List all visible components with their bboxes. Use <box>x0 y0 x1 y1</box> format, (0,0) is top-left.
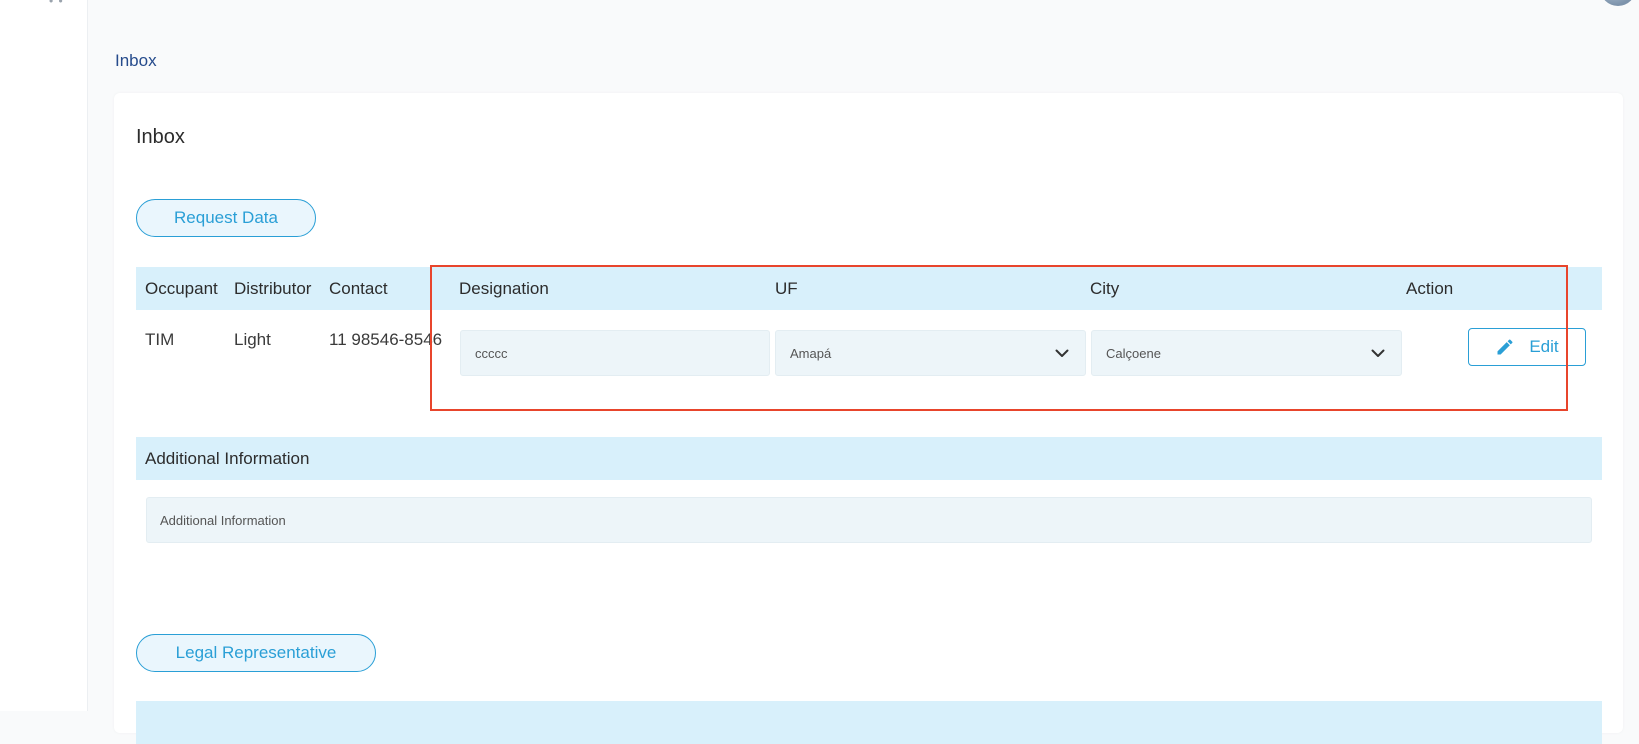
column-header-distributor: Distributor <box>234 279 312 298</box>
additional-information-placeholder: Additional Information <box>160 512 286 528</box>
city-value: Calçoene <box>1106 345 1161 361</box>
occupant-cell: TIM <box>145 330 175 349</box>
table-row: TIM Light 11 98546-8546 ccccc Amapá Calç… <box>136 310 1602 392</box>
request-data-button[interactable]: Request Data <box>136 199 316 237</box>
additional-information-title: Additional Information <box>145 449 310 468</box>
inbox-card: Inbox Request Data Occupant Distributor … <box>114 93 1623 744</box>
breadcrumb[interactable]: Inbox <box>115 51 157 71</box>
page-title: Inbox <box>136 126 185 148</box>
city-select[interactable]: Calçoene <box>1091 330 1402 376</box>
column-header-uf: UF <box>775 279 798 298</box>
legal-representative-button[interactable]: Legal Representative <box>136 634 376 672</box>
chevron-down-icon <box>1371 349 1385 357</box>
uf-select[interactable]: Amapá <box>775 330 1086 376</box>
additional-information-header: Additional Information <box>136 437 1602 480</box>
avatar[interactable] <box>1600 0 1636 6</box>
edit-button-label: Edit <box>1529 337 1559 356</box>
column-header-city: City <box>1090 279 1120 298</box>
column-header-contact: Contact <box>329 279 388 298</box>
edit-button[interactable]: Edit <box>1468 328 1586 366</box>
column-header-designation: Designation <box>459 279 549 298</box>
uf-value: Amapá <box>790 345 832 361</box>
sidebar-collapse-icon[interactable]: • • <box>49 0 64 8</box>
table-header: Occupant Distributor Contact Designation… <box>136 267 1602 310</box>
designation-input[interactable]: ccccc <box>460 330 770 376</box>
contact-cell: 11 98546-8546 <box>329 330 443 349</box>
sidebar: • • <box>0 0 88 711</box>
additional-information-input[interactable]: Additional Information <box>146 497 1592 543</box>
column-header-action: Action <box>1406 279 1454 298</box>
column-header-occupant: Occupant <box>145 279 218 298</box>
designation-value: ccccc <box>475 345 508 361</box>
distributor-cell: Light <box>234 330 271 349</box>
chevron-down-icon <box>1055 349 1069 357</box>
pencil-icon <box>1497 339 1513 355</box>
legal-representative-header <box>136 701 1602 744</box>
